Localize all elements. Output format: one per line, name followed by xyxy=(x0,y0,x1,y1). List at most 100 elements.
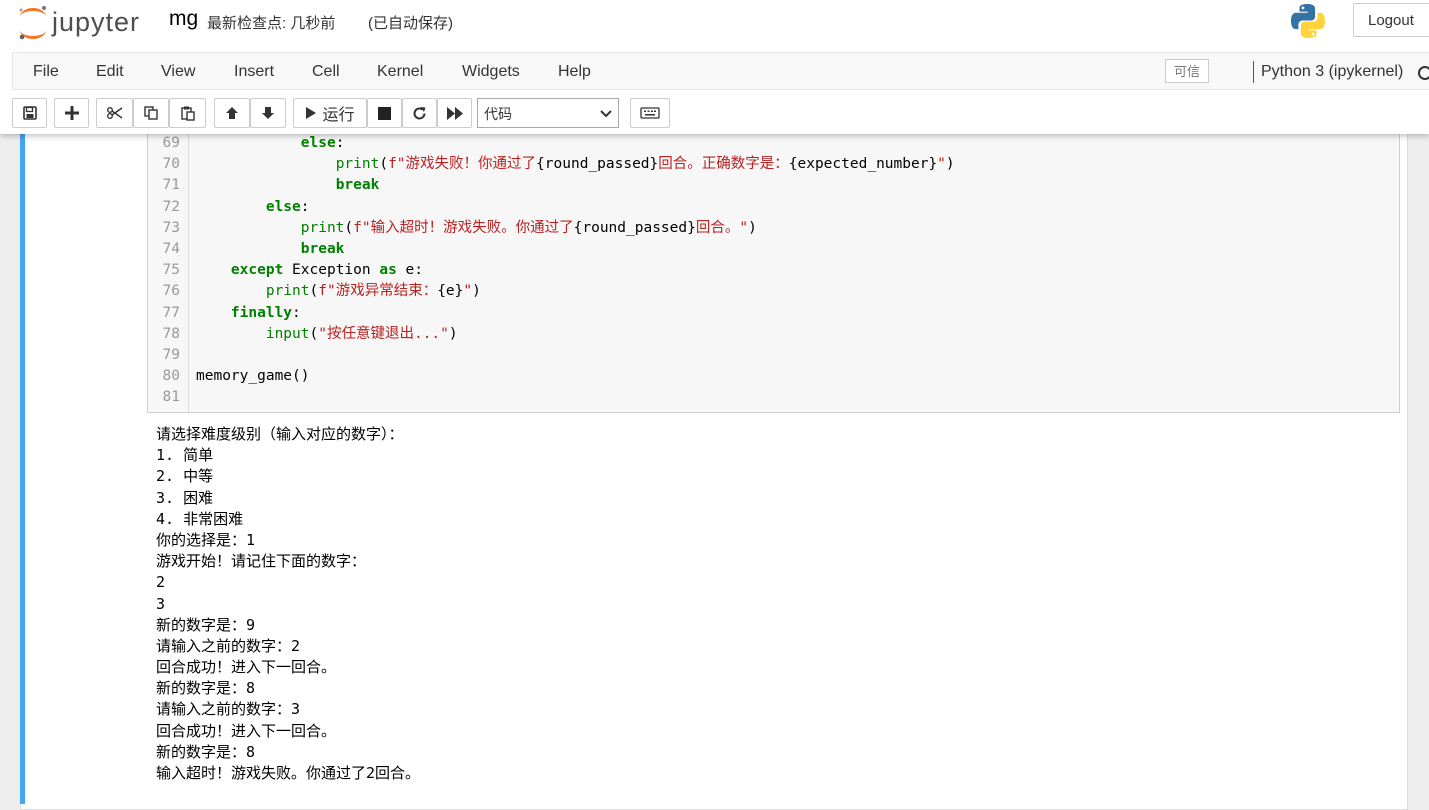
code-text: print(f"游戏失败！你通过了{round_passed}回合。正确数字是：… xyxy=(196,154,955,175)
code-token: as xyxy=(379,262,397,279)
code-token: f"游戏异常结束： xyxy=(318,283,438,300)
code-token: f"输入超时！游戏失败。你通过了 xyxy=(353,219,574,236)
menu-file[interactable]: File xyxy=(33,63,59,81)
cell-type-value: 代码 xyxy=(484,106,512,122)
cell-type-select[interactable]: 代码 xyxy=(477,98,619,128)
code-token: ( xyxy=(309,325,319,342)
menu-kernel[interactable]: Kernel xyxy=(377,63,423,81)
stop-icon xyxy=(378,106,391,120)
trusted-indicator[interactable]: 可信 xyxy=(1165,59,1209,83)
code-token: 回合。" xyxy=(695,219,749,236)
code-token: else xyxy=(265,198,301,215)
cut-icon xyxy=(106,107,122,119)
output-line: 请输入之前的数字：2 xyxy=(156,636,301,655)
output-line: 3. 困难 xyxy=(156,488,214,507)
code-line[interactable]: 70 print(f"游戏失败！你通过了{round_passed}回合。正确数… xyxy=(148,154,1388,175)
menu-insert[interactable]: Insert xyxy=(234,63,274,81)
code-line[interactable]: 69 else: xyxy=(148,133,1388,154)
code-token: input xyxy=(265,325,310,342)
line-number: 79 xyxy=(162,347,180,363)
output-line: 2 xyxy=(156,573,166,592)
line-number: 70 xyxy=(162,156,180,173)
code-token: e: xyxy=(396,262,424,279)
insert-cell-button[interactable] xyxy=(54,98,89,128)
code-token: " xyxy=(463,283,473,300)
code-token: {e} xyxy=(437,283,464,300)
restart-button[interactable] xyxy=(402,98,437,128)
line-number: 71 xyxy=(162,177,180,194)
code-token: ( xyxy=(309,283,319,300)
code-line[interactable]: 78 input("按任意键退出...") xyxy=(148,324,1388,345)
code-token: "按任意键退出..." xyxy=(318,325,449,342)
line-number: 78 xyxy=(162,325,180,342)
code-text: break xyxy=(196,175,380,196)
code-token: {expected_number} xyxy=(788,156,938,173)
notebook-header: jupyter mg 最新检查点: 几秒前 (已自动保存) Logout Fil… xyxy=(0,0,1429,134)
menu-help[interactable]: Help xyxy=(558,63,591,81)
menubar: File Edit View Insert Cell Kernel Widget… xyxy=(12,52,1429,90)
menu-view[interactable]: View xyxy=(161,63,195,81)
run-all-button[interactable] xyxy=(437,98,472,128)
checkpoint-status: 最新检查点: 几秒前 xyxy=(207,15,336,32)
code-token: : xyxy=(300,198,310,215)
code-line[interactable]: 81 xyxy=(148,387,1388,408)
output-line: 新的数字是：9 xyxy=(156,615,256,634)
code-token: break xyxy=(335,177,380,194)
code-line[interactable]: 71 break xyxy=(148,175,1388,196)
code-line[interactable]: 75 except Exception as e: xyxy=(148,260,1388,281)
code-token: : xyxy=(335,135,345,151)
code-line[interactable]: 79 xyxy=(148,345,1388,366)
output-line: 请选择难度级别（输入对应的数字）： xyxy=(156,425,404,443)
code-token: ) xyxy=(748,219,757,236)
code-text: print(f"游戏异常结束：{e}") xyxy=(196,281,481,302)
output-line: 2. 中等 xyxy=(156,467,214,486)
selected-cell-indicator xyxy=(20,134,25,804)
cut-button[interactable] xyxy=(96,98,133,128)
menu-edit[interactable]: Edit xyxy=(96,63,124,81)
code-token: print xyxy=(265,283,310,300)
logout-button[interactable]: Logout xyxy=(1353,3,1429,37)
code-cell-editor[interactable]: 69 else: 70 print(f"游戏失败！你通过了{round_passe… xyxy=(147,122,1400,413)
line-number: 76 xyxy=(162,283,180,300)
code-line[interactable]: 73 print(f"输入超时！游戏失败。你通过了{round_passed}回… xyxy=(148,218,1388,239)
output-line: 新的数字是：8 xyxy=(156,679,256,698)
code-token: print xyxy=(300,219,345,236)
jupyter-logo-icon xyxy=(19,6,46,40)
code-token: ( xyxy=(344,219,354,236)
interrupt-button[interactable] xyxy=(367,98,402,128)
command-palette-button[interactable] xyxy=(630,98,670,128)
move-down-button[interactable] xyxy=(250,98,286,128)
copy-icon xyxy=(144,106,158,120)
menu-cell[interactable]: Cell xyxy=(312,63,340,81)
copy-button[interactable] xyxy=(133,98,169,128)
code-line[interactable]: 80 memory_game() xyxy=(148,366,1388,387)
move-up-button[interactable] xyxy=(214,98,250,128)
code-token: 回合。正确数字是： xyxy=(658,156,789,173)
code-token: except xyxy=(230,262,284,279)
line-number: 75 xyxy=(162,262,180,279)
run-button[interactable]: 运行 xyxy=(293,98,367,128)
code-line[interactable]: 74 break xyxy=(148,239,1388,260)
jupyter-logo[interactable]: jupyter xyxy=(16,3,156,43)
code-token: ) xyxy=(472,283,481,300)
line-number: 80 xyxy=(162,368,180,385)
notebook-name[interactable]: mg xyxy=(169,7,198,31)
code-token: Exception xyxy=(283,262,380,279)
code-line[interactable]: 72 else: xyxy=(148,197,1388,218)
code-token: else xyxy=(300,135,336,151)
line-number: 73 xyxy=(162,219,180,236)
paste-button[interactable] xyxy=(169,98,206,128)
kernel-name[interactable]: Python 3 (ipykernel) xyxy=(1261,63,1403,81)
code-line[interactable]: 76 print(f"游戏异常结束：{e}") xyxy=(148,281,1388,302)
code-line[interactable]: 77 finally: xyxy=(148,303,1388,324)
save-button[interactable] xyxy=(12,98,47,128)
output-line: 请输入之前的数字：3 xyxy=(156,700,301,719)
menu-widgets[interactable]: Widgets xyxy=(462,63,520,81)
code-token: : xyxy=(292,304,301,321)
